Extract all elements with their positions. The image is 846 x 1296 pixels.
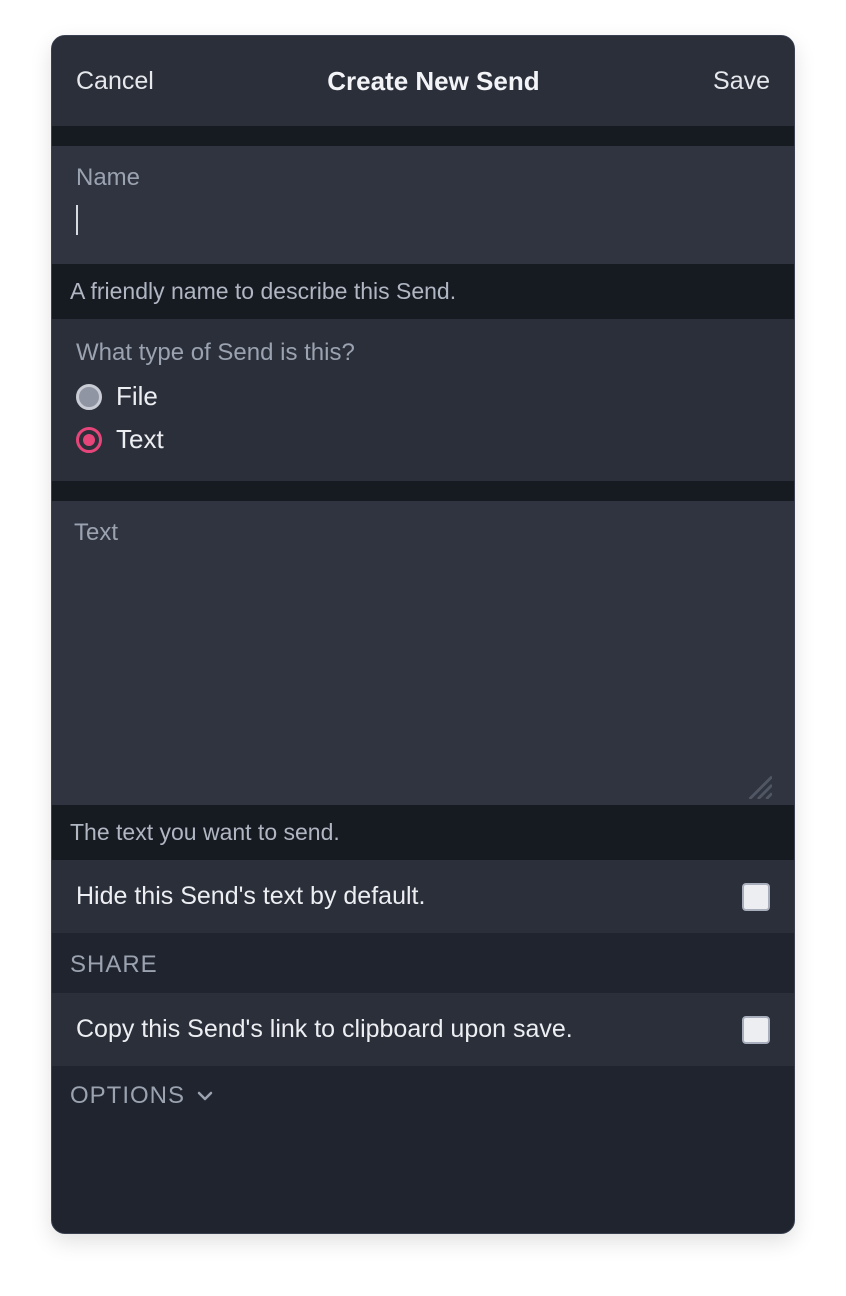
hide-text-label: Hide this Send's text by default. [76,882,425,911]
save-button[interactable]: Save [713,67,770,96]
resize-grip-icon[interactable] [744,771,772,799]
separator [52,126,794,146]
radio-label: File [116,381,158,412]
hide-text-checkbox[interactable] [742,883,770,911]
send-type-question: What type of Send is this? [76,339,770,367]
copy-link-label: Copy this Send's link to clipboard upon … [76,1015,573,1044]
name-panel: Name [52,146,794,264]
cancel-button[interactable]: Cancel [76,67,154,96]
copy-link-checkbox[interactable] [742,1016,770,1044]
name-input-wrap[interactable] [76,204,770,236]
radio-icon [76,427,102,453]
text-panel: Text [52,501,794,805]
name-label: Name [76,164,770,192]
name-help-text: A friendly name to describe this Send. [52,264,794,319]
text-area-wrap [74,555,772,795]
send-type-option-text[interactable]: Text [76,424,770,455]
text-help-text: The text you want to send. [52,805,794,860]
radio-icon [76,384,102,410]
copy-link-row[interactable]: Copy this Send's link to clipboard upon … [52,993,794,1066]
options-label: OPTIONS [70,1082,185,1110]
send-type-option-file[interactable]: File [76,381,770,412]
separator [52,481,794,501]
titlebar: Cancel Create New Send Save [52,36,794,126]
text-input[interactable] [74,555,772,795]
dialog-title: Create New Send [327,66,539,97]
share-section-header: SHARE [52,933,794,993]
hide-text-row[interactable]: Hide this Send's text by default. [52,860,794,933]
options-expander[interactable]: OPTIONS [52,1066,794,1132]
name-input[interactable] [78,204,770,236]
text-label: Text [74,519,772,547]
radio-label: Text [116,424,164,455]
create-send-dialog: Cancel Create New Send Save Name A frien… [51,35,795,1234]
send-type-group: What type of Send is this? File Text [52,319,794,481]
chevron-down-icon [195,1086,215,1106]
